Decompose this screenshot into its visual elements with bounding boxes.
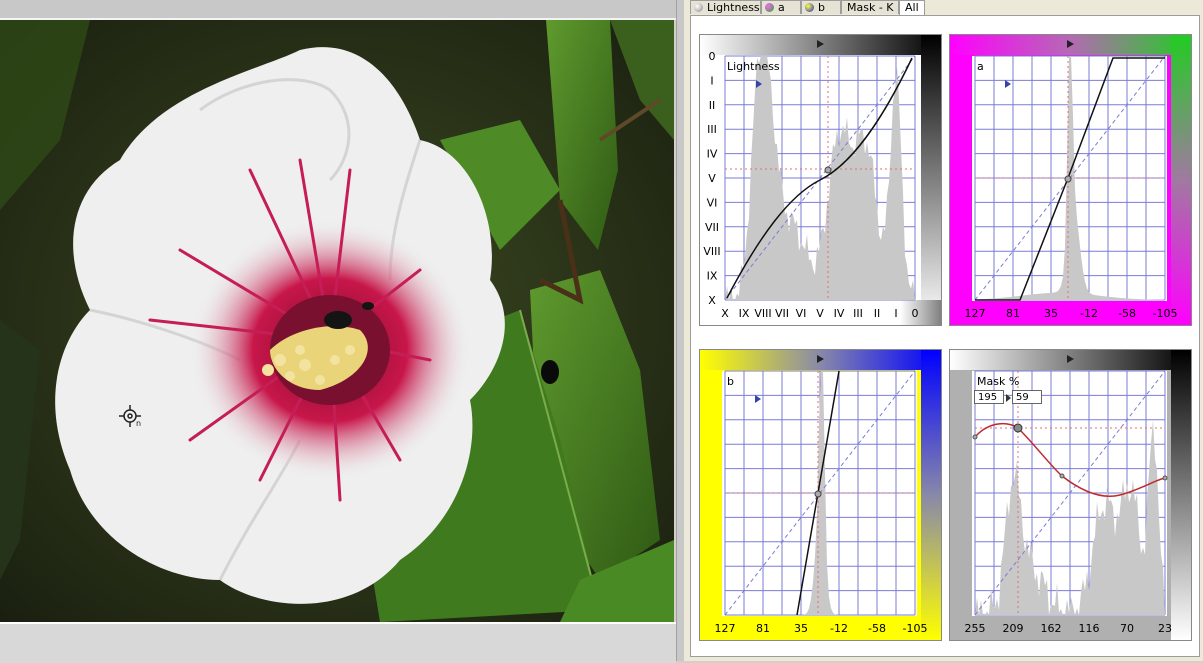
x-tick-label: -12 [1080, 307, 1098, 320]
y-tick-label: 0 [709, 50, 716, 63]
b-curve-panel: b 127 81 35 -12 -58 -105 [699, 349, 942, 641]
x-tick-label: III [853, 307, 863, 320]
curves-content: Lightness 0 I II III IV V VI VII VIII IX X X IX VIII… [690, 15, 1200, 657]
x-tick-label: 127 [965, 307, 986, 320]
tab-a[interactable]: a [761, 0, 801, 14]
a-control-point[interactable] [1064, 175, 1072, 183]
y-tick-label: VIII [703, 245, 720, 258]
x-tick-label: 255 [965, 622, 986, 635]
tab-all[interactable]: All [899, 0, 925, 16]
mask-curve-panel: Mask % 255 209 162 116 70 23 195 59 [949, 349, 1192, 641]
a-curve-panel: a 127 81 35 -12 -58 -105 [949, 34, 1192, 326]
x-tick-label: I [894, 307, 897, 320]
mask-control-point-active[interactable] [1013, 423, 1023, 433]
b-title: b [727, 375, 734, 388]
photo-preview[interactable]: n [0, 20, 674, 622]
x-tick-label: 209 [1003, 622, 1024, 635]
tab-lightness-label: Lightness [707, 1, 760, 14]
x-tick-label: -105 [1153, 307, 1178, 320]
b-control-point[interactable] [814, 490, 822, 498]
y-tick-label: V [708, 172, 716, 185]
mask-control-point[interactable] [1059, 473, 1065, 479]
cursor-label: n [136, 419, 141, 428]
lightness-control-point[interactable] [824, 166, 832, 174]
x-tick-label: 162 [1041, 622, 1062, 635]
x-tick-label: V [816, 307, 824, 320]
y-tick-label: III [707, 123, 717, 136]
y-tick-label: I [710, 74, 713, 87]
b-channel-ball-icon [805, 3, 814, 12]
hibiscus-photo: n [0, 20, 674, 622]
mask-input-value[interactable]: 195 [974, 390, 1004, 404]
tab-mask-k-label: Mask - K [847, 1, 894, 14]
x-tick-label: 35 [1044, 307, 1058, 320]
mask-title: Mask % [977, 375, 1019, 388]
x-tick-label: 81 [756, 622, 770, 635]
channel-tabs: Lightness a b Mask - K All [684, 0, 1203, 16]
y-tick-label: VI [707, 196, 718, 209]
lightness-title: Lightness [727, 60, 780, 73]
tab-all-label: All [905, 1, 919, 14]
x-tick-label: -105 [903, 622, 928, 635]
mask-control-point[interactable] [972, 434, 978, 440]
y-tick-label: IX [707, 270, 718, 283]
y-tick-label: II [709, 99, 716, 112]
x-tick-label: VIII [754, 307, 771, 320]
tab-b-label: b [818, 1, 825, 14]
a-title: a [977, 60, 984, 73]
image-top-strip [0, 0, 676, 20]
x-tick-label: 35 [794, 622, 808, 635]
x-tick-label: 0 [912, 307, 919, 320]
x-tick-label: -12 [830, 622, 848, 635]
y-tick-label: VII [705, 221, 719, 234]
lightness-curve-panel: Lightness 0 I II III IV V VI VII VIII IX X X IX VIII… [699, 34, 942, 326]
y-tick-label: X [708, 294, 716, 307]
x-tick-label: IV [834, 307, 845, 320]
y-tick-label: IV [707, 148, 718, 161]
x-tick-label: X [721, 307, 729, 320]
tab-a-label: a [778, 1, 785, 14]
mask-control-point[interactable] [1162, 475, 1168, 481]
x-tick-label: 116 [1079, 622, 1100, 635]
tab-mask-k[interactable]: Mask - K [841, 0, 899, 14]
tab-lightness[interactable]: Lightness [690, 0, 761, 14]
x-tick-label: -58 [868, 622, 886, 635]
x-tick-label: 127 [715, 622, 736, 635]
x-tick-label: IX [739, 307, 750, 320]
tab-b[interactable]: b [801, 0, 841, 14]
x-tick-label: 81 [1006, 307, 1020, 320]
x-tick-label: VII [775, 307, 789, 320]
mask-output-value[interactable]: 59 [1012, 390, 1042, 404]
x-tick-label: 70 [1120, 622, 1134, 635]
lightness-ball-icon [694, 3, 703, 12]
a-channel-ball-icon [765, 3, 774, 12]
image-status-strip [0, 622, 676, 663]
x-tick-label: -58 [1118, 307, 1136, 320]
x-tick-label: 23 [1158, 622, 1172, 635]
x-tick-label: II [874, 307, 881, 320]
curves-panel: Lightness a b Mask - K All Lightness 0 I… [684, 0, 1203, 661]
x-tick-label: VI [796, 307, 807, 320]
